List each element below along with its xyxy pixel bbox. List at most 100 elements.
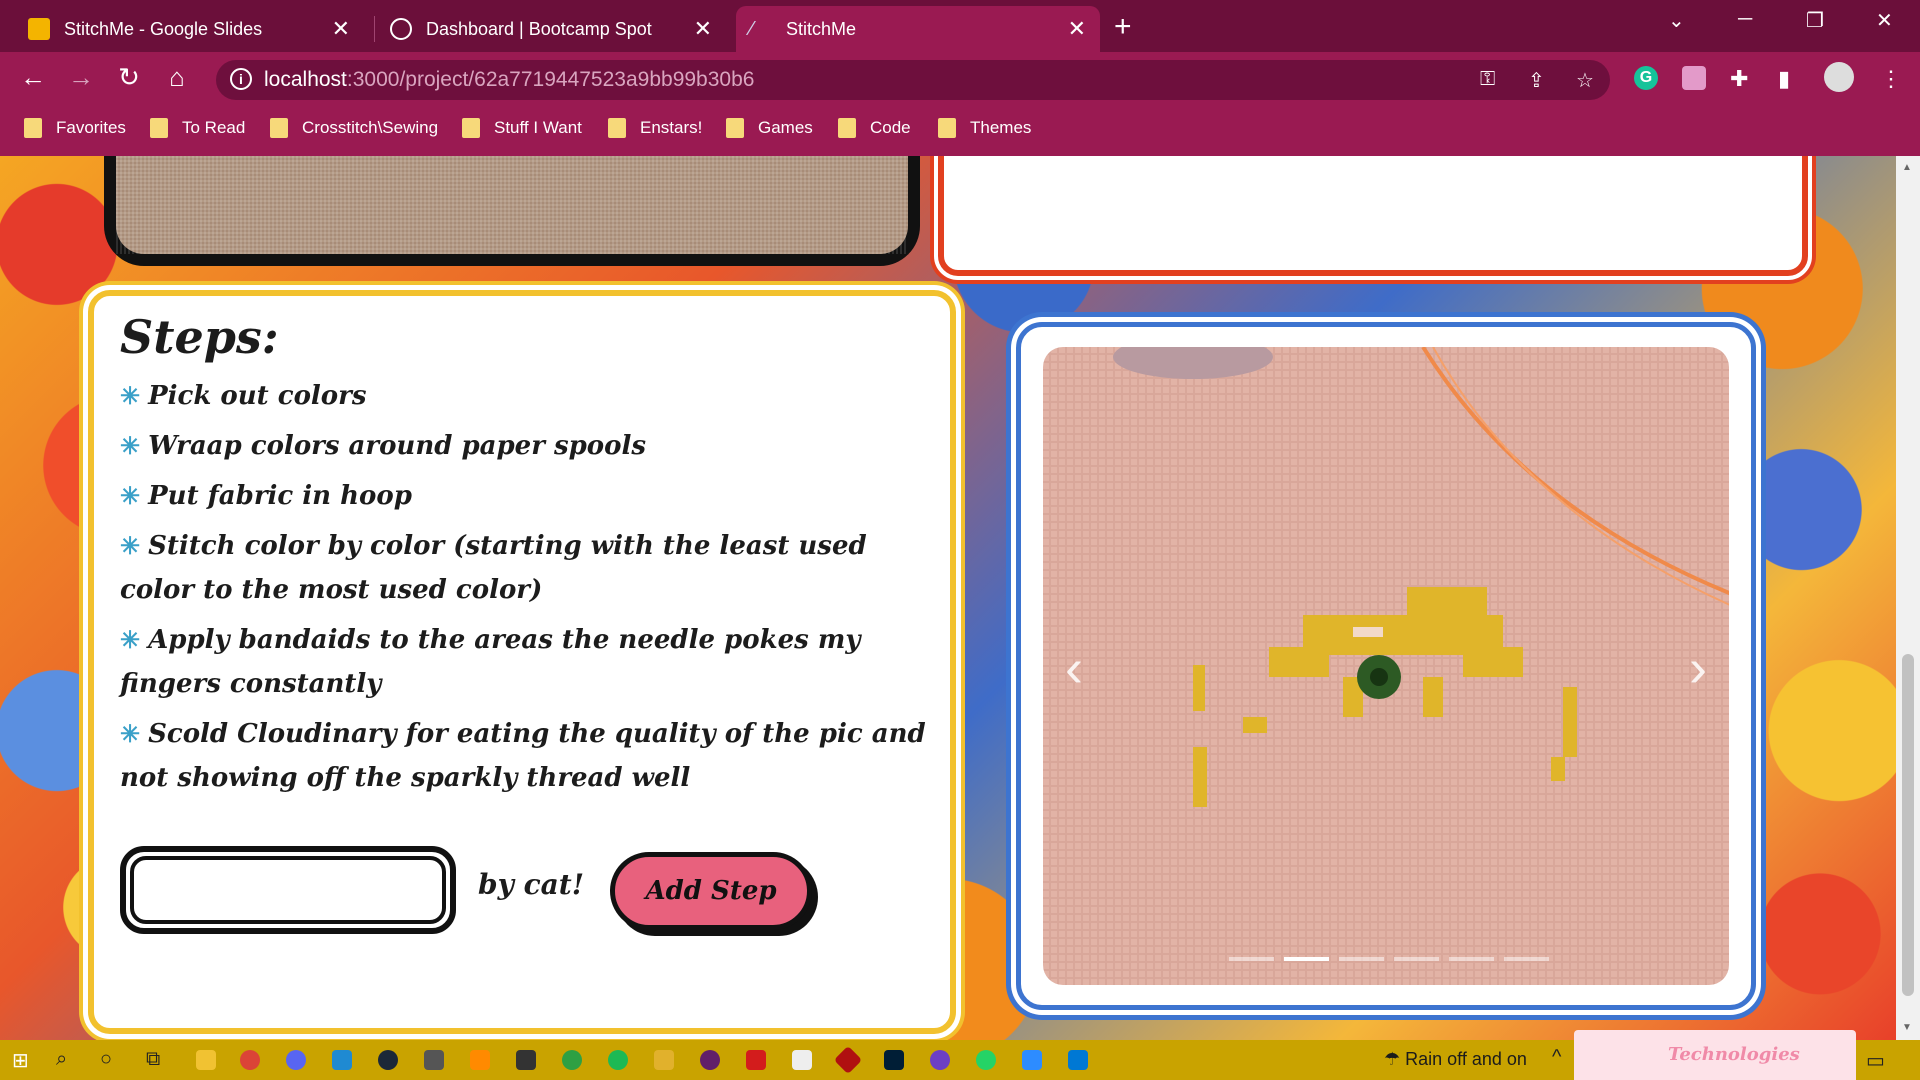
app-icon[interactable] — [930, 1050, 950, 1070]
step-item: ✳ Stitch color by color (starting with th… — [120, 524, 930, 612]
bookmark-label: Favorites — [56, 118, 126, 137]
project-image-card — [104, 156, 920, 266]
bookmark-stuff[interactable]: Stuff I Want — [462, 118, 582, 138]
tab-title: StitchMe — [786, 18, 857, 39]
scroll-up-icon[interactable]: ▲ — [1902, 162, 1912, 173]
app-icon[interactable] — [792, 1050, 812, 1070]
scroll-thumb[interactable] — [1902, 654, 1914, 996]
carousel-indicator[interactable] — [1449, 957, 1494, 961]
add-step-button[interactable]: Add Step — [610, 852, 812, 930]
zoom-icon[interactable] — [1022, 1050, 1042, 1070]
key-icon[interactable]: ⚿ — [1480, 68, 1495, 91]
app-icon[interactable] — [470, 1050, 490, 1070]
steam-icon[interactable] — [378, 1050, 398, 1070]
close-icon[interactable]: ✕ — [1068, 16, 1086, 42]
close-icon[interactable]: ✕ — [332, 16, 350, 42]
bookmark-code[interactable]: Code — [838, 118, 911, 138]
close-icon[interactable]: ✕ — [694, 16, 712, 42]
scroll-down-icon[interactable]: ▼ — [1902, 1022, 1912, 1033]
bookmark-games[interactable]: Games — [726, 118, 813, 138]
app-icon[interactable] — [976, 1050, 996, 1070]
step-item: ✳ Apply bandaids to the areas the needle … — [120, 618, 930, 706]
tab-stitchme[interactable]: ⁄ StitchMe ✕ — [736, 6, 1100, 52]
menu-kebab-icon[interactable]: ⋮ — [1880, 66, 1902, 92]
tab-slides[interactable]: StitchMe - Google Slides ✕ — [14, 6, 364, 52]
tab-search-chevron-icon[interactable]: ⌄ — [1668, 8, 1685, 33]
reload-icon[interactable]: ↻ — [112, 62, 146, 93]
step-item: ✳ Put fabric in hoop — [120, 474, 930, 518]
sparkle-icon: ✳ — [120, 481, 141, 510]
spotify-icon[interactable] — [608, 1050, 628, 1070]
address-bar[interactable]: i localhost:3000/project/62a7719447523a9… — [216, 60, 1610, 100]
extension-color-icon[interactable] — [1682, 66, 1706, 90]
forward-icon[interactable]: → — [64, 62, 98, 93]
cross-stitch-photo — [1043, 347, 1729, 985]
file-explorer-icon[interactable] — [196, 1050, 216, 1070]
folder-icon — [938, 118, 956, 138]
extensions-puzzle-icon[interactable]: ✚ — [1730, 66, 1748, 92]
steps-list: ✳ Pick out colors ✳ Wraap colors around pa… — [120, 374, 930, 800]
site-info-icon[interactable]: i — [230, 68, 252, 90]
acrobat-icon[interactable] — [746, 1050, 766, 1070]
bookmark-crosstitch[interactable]: Crosstitch\Sewing — [270, 118, 438, 138]
url-text[interactable]: localhost:3000/project/62a7719447523a9bb… — [264, 68, 754, 92]
carousel-indicator[interactable] — [1504, 957, 1549, 961]
image-carousel: ‹ › — [1043, 347, 1729, 985]
app-icon[interactable] — [562, 1050, 582, 1070]
restore-icon[interactable]: ❐ — [1806, 8, 1824, 33]
share-icon[interactable]: ⇪ — [1528, 68, 1545, 93]
carousel-next-icon[interactable]: › — [1689, 637, 1707, 699]
photos-icon[interactable] — [1068, 1050, 1088, 1070]
carousel-prev-icon[interactable]: ‹ — [1065, 637, 1083, 699]
profile-avatar[interactable] — [1824, 62, 1854, 92]
carousel-indicator[interactable] — [1229, 957, 1274, 961]
new-tab-button[interactable]: + — [1114, 10, 1132, 44]
folder-icon — [270, 118, 288, 138]
app-icon[interactable] — [516, 1050, 536, 1070]
page-scrollbar[interactable]: ▲ ▼ — [1896, 156, 1920, 1040]
back-icon[interactable]: ← — [16, 62, 50, 93]
step-input[interactable] — [130, 856, 446, 924]
carousel-indicator[interactable] — [1339, 957, 1384, 961]
step-item: ✳ Scold Cloudinary for eating the quality… — [120, 712, 930, 800]
tray-chevron-icon[interactable]: ^ — [1552, 1046, 1561, 1069]
carousel-indicators — [1229, 957, 1549, 961]
image-carousel-card: ‹ › — [1016, 322, 1756, 1010]
bookmark-label: Themes — [970, 118, 1032, 137]
bookmark-to-read[interactable]: To Read — [150, 118, 245, 138]
weather-widget[interactable]: ☂ Rain off and on — [1384, 1049, 1527, 1070]
grammarly-icon[interactable]: G — [1634, 66, 1658, 90]
app-icon[interactable] — [424, 1050, 444, 1070]
carousel-indicator[interactable] — [1394, 957, 1439, 961]
minimize-icon[interactable]: ─ — [1738, 8, 1752, 31]
sparkle-icon: ✳ — [120, 531, 141, 560]
slack-icon[interactable] — [700, 1050, 720, 1070]
folder-icon — [726, 118, 744, 138]
bookmark-star-icon[interactable]: ☆ — [1576, 68, 1594, 93]
add-step-row: by cat! Add Step — [120, 846, 920, 936]
chrome-icon[interactable] — [240, 1050, 260, 1070]
search-icon[interactable]: ⌕ — [56, 1048, 67, 1071]
app-icon[interactable] — [654, 1050, 674, 1070]
bookmark-themes[interactable]: Themes — [938, 118, 1031, 138]
carousel-indicator[interactable] — [1284, 957, 1329, 961]
window-close-icon[interactable]: ✕ — [1876, 8, 1893, 33]
photoshop-icon[interactable] — [884, 1050, 904, 1070]
notifications-icon[interactable]: ▭ — [1866, 1048, 1885, 1073]
side-panel-icon[interactable]: ▮ — [1778, 66, 1790, 92]
tab-bootcamp[interactable]: Dashboard | Bootcamp Spot ✕ — [376, 6, 726, 52]
technologies-widget: Technologies — [1574, 1030, 1856, 1080]
windows-start-icon[interactable]: ⊞ — [12, 1048, 29, 1073]
steps-title: Steps: — [120, 310, 279, 364]
vscode-icon[interactable] — [332, 1050, 352, 1070]
app-icon[interactable] — [833, 1045, 863, 1075]
discord-icon[interactable] — [286, 1050, 306, 1070]
umbrella-icon: ☂ — [1384, 1049, 1406, 1069]
bookmark-enstars[interactable]: Enstars! — [608, 118, 702, 138]
home-icon[interactable]: ⌂ — [160, 62, 194, 93]
cortana-icon[interactable]: ○ — [100, 1048, 112, 1071]
bookmark-favorites[interactable]: Favorites — [24, 118, 126, 138]
author-label: by cat! — [478, 868, 585, 901]
task-view-icon[interactable]: ⧉ — [146, 1048, 160, 1071]
browser-toolbar: ← → ↻ ⌂ i localhost:3000/project/62a7719… — [0, 52, 1920, 104]
